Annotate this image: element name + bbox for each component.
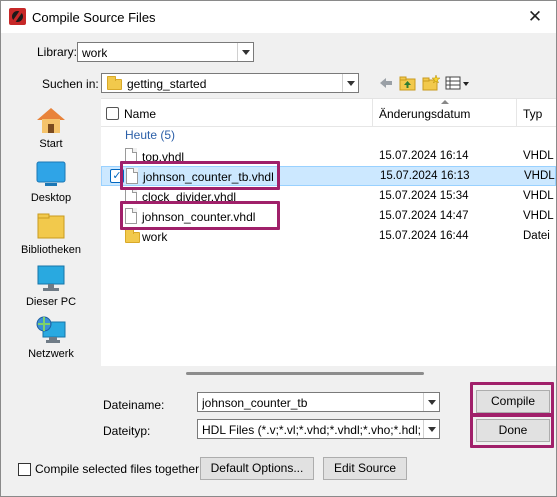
list-header: Name Änderungsdatum Typ (101, 99, 556, 127)
column-type[interactable]: Typ (523, 107, 542, 121)
file-icon (125, 208, 137, 224)
chevron-down-icon[interactable] (342, 74, 358, 92)
file-type: VHDL (523, 210, 554, 222)
view-menu-icon[interactable] (445, 74, 471, 92)
home-icon (35, 105, 67, 135)
group-header-today[interactable]: Heute (5) (125, 128, 175, 142)
file-date: 15.07.2024 16:13 (380, 170, 470, 182)
list-item-selected[interactable]: ✓ johnson_counter_tb.vhdl 15.07.2024 16:… (101, 166, 556, 186)
file-type: VHDL (523, 150, 554, 162)
list-item[interactable]: top.vhdl 15.07.2024 16:14 VHDL (101, 147, 556, 167)
chevron-down-icon[interactable] (237, 43, 253, 61)
up-folder-icon[interactable] (398, 74, 418, 92)
list-item[interactable]: clock_divider.vhdl 15.07.2024 15:34 VHDL (101, 187, 556, 207)
file-icon (126, 168, 138, 184)
folder-name: work (142, 230, 168, 244)
horizontal-scrollbar[interactable] (186, 372, 424, 375)
default-options-button[interactable]: Default Options... (200, 457, 314, 480)
filetype-value: HDL Files (*.v;*.vl;*.vhd;*.vhdl;*.vho;*… (202, 423, 420, 437)
computer-icon (35, 263, 67, 293)
place-start[interactable]: Start (17, 105, 85, 150)
compile-source-files-dialog: Compile Source Files ✕ Library: work Suc… (0, 0, 557, 497)
folder-icon (107, 76, 122, 90)
list-item[interactable]: johnson_counter.vhdl 15.07.2024 14:47 VH… (101, 207, 556, 227)
column-name[interactable]: Name (124, 107, 156, 121)
file-type: VHDL (523, 190, 554, 202)
done-button[interactable]: Done (476, 419, 550, 442)
list-item[interactable]: work 15.07.2024 16:44 Datei (101, 227, 556, 247)
compile-together-checkbox[interactable] (18, 463, 31, 476)
filetype-label: Dateityp: (103, 424, 151, 438)
library-select[interactable]: work (77, 42, 254, 62)
title-bar[interactable]: Compile Source Files ✕ (1, 1, 556, 33)
look-in-value: getting_started (127, 77, 207, 91)
place-label: Desktop (30, 192, 72, 204)
filetype-select[interactable]: HDL Files (*.v;*.vl;*.vhd;*.vhdl;*.vho;*… (197, 419, 440, 439)
file-name: johnson_counter_tb.vhdl (143, 170, 274, 184)
file-date: 15.07.2024 16:44 (379, 230, 469, 242)
file-name: top.vhdl (142, 150, 185, 164)
look-in-label: Suchen in: (42, 77, 99, 91)
compile-together-label: Compile selected files together (35, 462, 200, 476)
desktop-icon (35, 159, 67, 189)
chevron-down-icon[interactable] (423, 420, 439, 438)
file-type: Datei (523, 230, 550, 242)
libraries-icon (35, 211, 67, 241)
look-in-select[interactable]: getting_started (101, 73, 359, 93)
place-label: Start (39, 138, 63, 150)
app-logo-icon (9, 8, 26, 25)
place-label: Dieser PC (25, 296, 77, 308)
place-libraries[interactable]: Bibliotheken (17, 211, 85, 256)
file-icon (125, 148, 137, 164)
compile-button[interactable]: Compile (476, 390, 550, 413)
place-network[interactable]: Netzwerk (17, 315, 85, 360)
file-name: johnson_counter.vhdl (142, 210, 256, 224)
row-checkbox-checked[interactable]: ✓ (110, 169, 124, 183)
filename-label: Dateiname: (103, 398, 165, 412)
column-divider[interactable] (372, 99, 373, 127)
place-this-pc[interactable]: Dieser PC (17, 263, 85, 308)
close-button[interactable]: ✕ (516, 3, 554, 31)
filename-input[interactable]: johnson_counter_tb (197, 392, 440, 412)
network-icon (35, 315, 67, 345)
file-list[interactable]: Name Änderungsdatum Typ Heute (5) top.vh… (101, 98, 556, 366)
file-name: clock_divider.vhdl (142, 190, 237, 204)
new-folder-icon[interactable] (421, 74, 441, 92)
file-date: 15.07.2024 16:14 (379, 150, 469, 162)
place-label: Netzwerk (28, 348, 74, 360)
place-desktop[interactable]: Desktop (17, 159, 85, 204)
window-title: Compile Source Files (32, 10, 156, 25)
file-icon (125, 188, 137, 204)
column-date[interactable]: Änderungsdatum (379, 107, 470, 121)
file-type: VHDL (524, 170, 555, 182)
sort-up-icon (441, 100, 449, 104)
file-date: 15.07.2024 14:47 (379, 210, 469, 222)
select-all-checkbox[interactable] (106, 107, 119, 120)
column-divider[interactable] (516, 99, 517, 127)
library-label: Library: (37, 45, 78, 59)
library-value: work (82, 46, 108, 60)
folder-icon (125, 229, 140, 243)
filename-value: johnson_counter_tb (202, 396, 308, 410)
place-label: Bibliotheken (21, 244, 81, 256)
back-arrow-icon[interactable] (376, 74, 396, 92)
edit-source-button[interactable]: Edit Source (323, 457, 407, 480)
chevron-down-icon[interactable] (423, 393, 439, 411)
file-date: 15.07.2024 15:34 (379, 190, 469, 202)
places-bar: Start Desktop Bibliotheken Dieser PC Net… (17, 99, 85, 369)
